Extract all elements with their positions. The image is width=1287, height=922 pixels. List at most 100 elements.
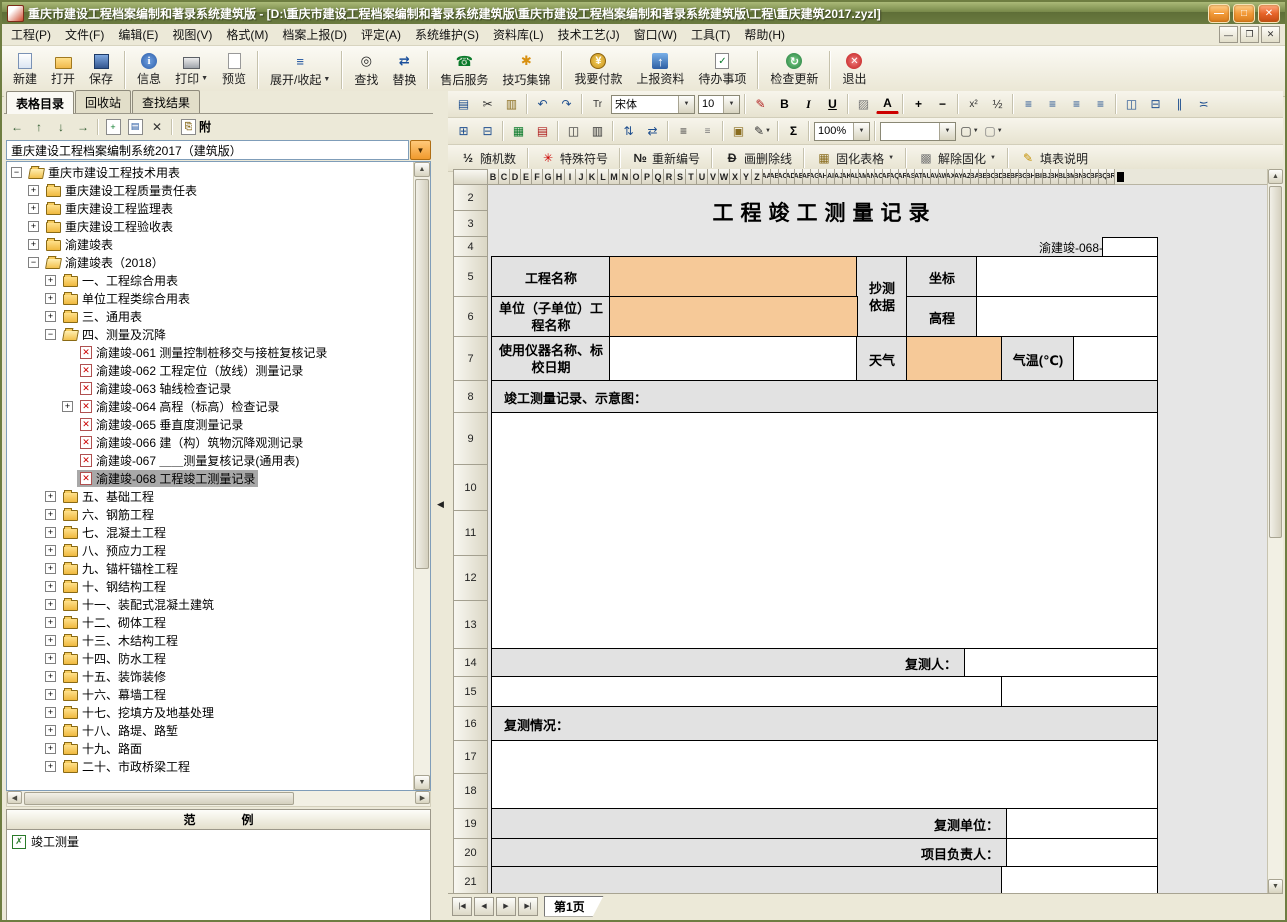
todo-button[interactable]: ✓待办事项 [691, 47, 753, 93]
exit-button[interactable]: ✕退出 [835, 47, 873, 93]
delete-table-button[interactable]: ▤ [531, 120, 554, 142]
column-header-BM[interactable]: BM [1067, 169, 1075, 185]
column-header-AW[interactable]: AW [939, 169, 947, 185]
column-header-BD[interactable]: BD [995, 169, 1003, 185]
sketch-area[interactable] [492, 413, 1157, 649]
tree-item[interactable]: +十一、装配式混凝土建筑 [7, 595, 413, 613]
insert-table-button[interactable]: ▦ [507, 120, 530, 142]
tree-expand-icon[interactable]: + [45, 311, 56, 322]
column-header-F[interactable]: F [532, 169, 543, 185]
tree-item[interactable]: +十八、路堤、路堑 [7, 721, 413, 739]
column-header-BH[interactable]: BH [1027, 169, 1035, 185]
row-header-14[interactable]: 14 [453, 649, 488, 677]
redo-icon[interactable]: ↷ [555, 93, 578, 115]
column-header-AG[interactable]: AG [811, 169, 819, 185]
tree-item[interactable]: −重庆市建设工程技术用表 [7, 163, 413, 181]
superscript-button[interactable]: x² [962, 93, 985, 115]
renumber-button[interactable]: №重新编号 [624, 147, 708, 170]
column-header-E[interactable]: E [521, 169, 532, 185]
preview-button[interactable]: 预览 [215, 47, 253, 93]
column-header-K[interactable]: K [587, 169, 598, 185]
column-header-BQ[interactable]: BQ [1099, 169, 1107, 185]
form-code-input-cell[interactable] [1103, 238, 1157, 257]
column-header-V[interactable]: V [708, 169, 719, 185]
column-header-BJ[interactable]: BJ [1043, 169, 1051, 185]
menu-item-11[interactable]: 工具(T) [684, 24, 737, 45]
column-header-D[interactable]: D [510, 169, 521, 185]
font-color-button[interactable]: A [876, 94, 899, 114]
solidify-button[interactable]: ▦固化表格▼ [808, 147, 902, 170]
column-header-BN[interactable]: BN [1075, 169, 1083, 185]
row-header-19[interactable]: 19 [453, 809, 488, 839]
tree-item[interactable]: +十、钢结构工程 [7, 577, 413, 595]
tree-expand-icon[interactable]: + [45, 725, 56, 736]
column-header-C[interactable]: C [499, 169, 510, 185]
column-header-AS[interactable]: AS [907, 169, 915, 185]
column-header-H[interactable]: H [554, 169, 565, 185]
save-button[interactable]: 保存 [82, 47, 120, 93]
split-horizontal-button[interactable]: ◫ [562, 120, 585, 142]
align-center-button[interactable]: ≡ [1041, 93, 1064, 115]
sheet-vertical-scrollbar[interactable]: ▲ ▼ [1267, 169, 1283, 894]
tree-item[interactable]: +十二、砌体工程 [7, 613, 413, 631]
menu-item-12[interactable]: 帮助(H) [737, 24, 792, 45]
new-button[interactable]: 新建 [6, 47, 44, 93]
special-button[interactable]: ✳特殊符号 [532, 147, 616, 170]
column-header-AE[interactable]: AE [795, 169, 803, 185]
column-header-AU[interactable]: AU [923, 169, 931, 185]
column-header-BK[interactable]: BK [1051, 169, 1059, 185]
column-header-BG[interactable]: BG [1019, 169, 1027, 185]
italic-button[interactable]: I [797, 93, 820, 115]
bottom-white-cell[interactable] [1002, 867, 1157, 894]
tree-expand-icon[interactable]: + [45, 509, 56, 520]
unmerge-cells-button[interactable]: ⊟ [476, 120, 499, 142]
column-header-BL[interactable]: BL [1059, 169, 1067, 185]
menu-item-5[interactable]: 档案上报(D) [275, 24, 354, 45]
tree-item[interactable]: ✕渝建竣-067 ＿＿测量复核记录(通用表) [7, 451, 413, 469]
scroll-down-icon[interactable]: ▼ [414, 775, 430, 790]
tree-item[interactable]: −渝建竣表（2018） [7, 253, 413, 271]
distribute-cols-button[interactable]: ∥ [1168, 93, 1191, 115]
tree-expand-icon[interactable]: + [45, 527, 56, 538]
column-header-AA[interactable]: AA [763, 169, 771, 185]
line-spacing-dec-button[interactable]: ≡ [696, 120, 719, 142]
tree-item[interactable]: +七、混凝土工程 [7, 523, 413, 541]
menu-item-6[interactable]: 评定(A) [354, 24, 408, 45]
bold-button[interactable]: B [773, 93, 796, 115]
find-button[interactable]: ◎查找 [347, 47, 385, 93]
expand-button[interactable]: ≡展开/收起▼ [263, 47, 337, 93]
replace-button[interactable]: ⇄替换 [385, 47, 423, 93]
row-header-12[interactable]: 12 [453, 556, 488, 601]
column-header-BA[interactable]: BA [971, 169, 979, 185]
first-sheet-button[interactable]: |◀ [452, 897, 472, 916]
column-header-AL[interactable]: AL [851, 169, 859, 185]
column-header-G[interactable]: G [543, 169, 554, 185]
tree-expand-icon[interactable]: + [28, 203, 39, 214]
prev-sheet-button[interactable]: ◀ [474, 897, 494, 916]
draw-pen-button[interactable]: ✎▼ [751, 120, 774, 142]
attachment-button[interactable]: ⎘ 附 [177, 118, 215, 135]
coordinate-input[interactable] [977, 257, 1157, 297]
undo-icon[interactable]: ↶ [531, 93, 554, 115]
tree-item[interactable]: ✕渝建竣-066 建（构）筑物沉降观测记录 [7, 433, 413, 451]
row-header-20[interactable]: 20 [453, 839, 488, 867]
maximize-button[interactable]: □ [1233, 4, 1255, 23]
menu-item-0[interactable]: 工程(P) [4, 24, 58, 45]
scrollbar-thumb[interactable] [1269, 186, 1282, 538]
tree-item[interactable]: +重庆建设工程监理表 [7, 199, 413, 217]
column-header-AM[interactable]: AM [859, 169, 867, 185]
close-button[interactable]: ✕ [1258, 4, 1280, 23]
column-header-AF[interactable]: AF [803, 169, 811, 185]
column-header-AQ[interactable]: AQ [891, 169, 899, 185]
line-style-combo[interactable]: ▼ [880, 122, 956, 141]
column-header-T[interactable]: T [686, 169, 697, 185]
scrollbar-thumb[interactable] [24, 792, 294, 805]
tree-expand-icon[interactable]: + [45, 599, 56, 610]
column-header-N[interactable]: N [620, 169, 631, 185]
tree-expand-icon[interactable]: + [45, 563, 56, 574]
tree-item[interactable]: −四、测量及沉降 [7, 325, 413, 343]
tree-collapse-icon[interactable]: − [28, 257, 39, 268]
tree-collapse-icon[interactable]: − [11, 167, 22, 178]
tree-collapse-icon[interactable]: − [45, 329, 56, 340]
tree-item[interactable]: +十七、挖填方及地基处理 [7, 703, 413, 721]
